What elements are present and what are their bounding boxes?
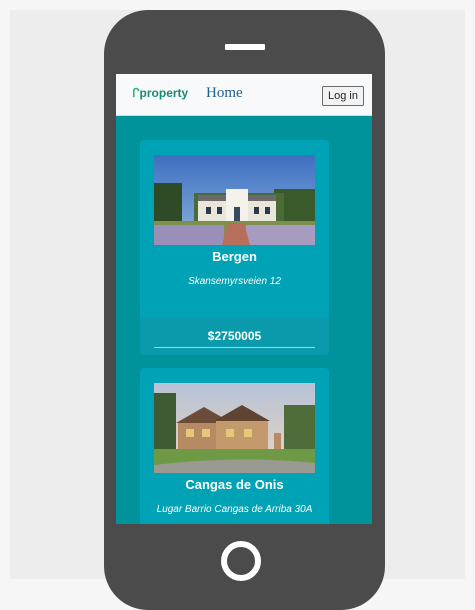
navbar: ᒋproperty Home Log in	[116, 74, 372, 116]
phone-speaker	[225, 44, 265, 50]
listing-city: Bergen	[212, 249, 257, 264]
price-divider	[154, 347, 315, 348]
listing-address: Lugar Barrio Cangas de Arriba 30A	[156, 504, 313, 515]
listing-city: Cangas de Onis	[185, 477, 284, 492]
brand-name: property	[139, 86, 189, 100]
stone-house-photo	[154, 383, 315, 473]
login-button[interactable]: Log in	[322, 86, 364, 106]
listing-card[interactable]: Cangas de Onis Lugar Barrio Cangas de Ar…	[140, 368, 329, 524]
phone-frame: ᒋproperty Home Log in Bergen Skansemyrsv…	[104, 10, 385, 610]
nav-home-link[interactable]: Home	[206, 85, 243, 102]
listing-footer: $2750005	[140, 318, 329, 355]
brand-logo[interactable]: ᒋproperty	[132, 86, 188, 100]
property-logo-icon: ᒋ	[132, 86, 140, 100]
listing-price: $2750005	[207, 329, 262, 343]
white-farmhouse-photo	[154, 155, 315, 245]
listing-card[interactable]: Bergen Skansemyrsveien 12 $2750005	[140, 140, 329, 355]
listing-address: Skansemyrsveien 12	[188, 276, 281, 287]
phone-screen: ᒋproperty Home Log in Bergen Skansemyrsv…	[116, 74, 372, 524]
phone-home-button	[221, 541, 261, 581]
